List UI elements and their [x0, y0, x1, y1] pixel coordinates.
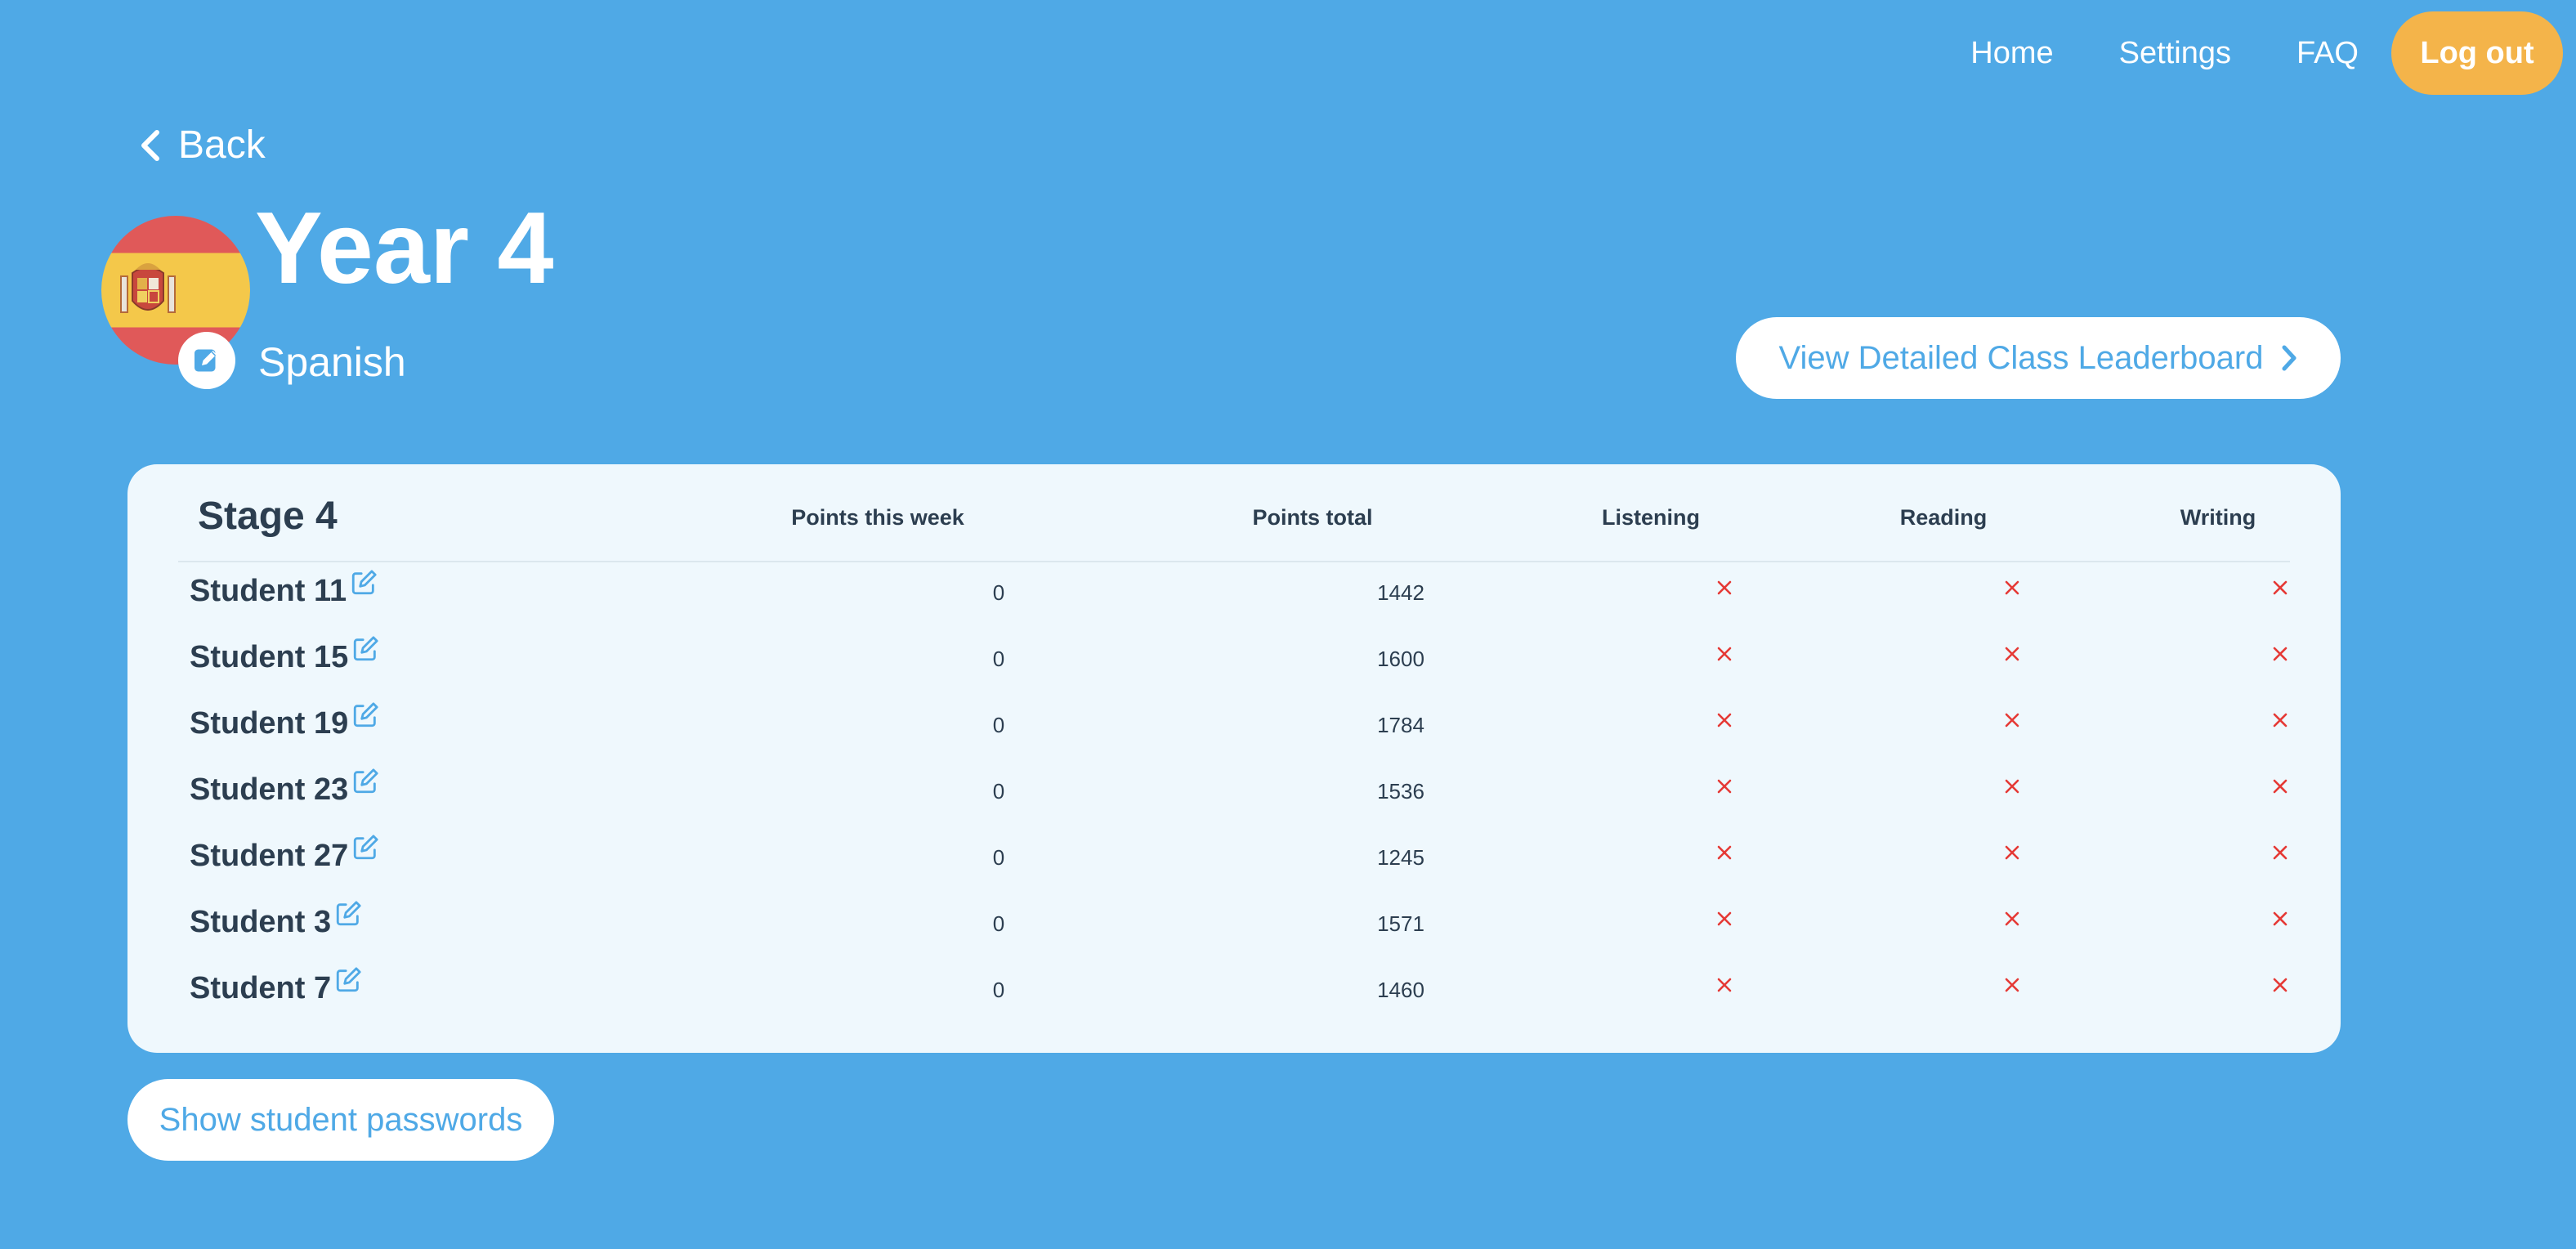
points-this-week: 0 — [992, 978, 1005, 1002]
listening-cross-icon — [1717, 647, 1732, 661]
table-row: Student 23 0 1536 — [178, 761, 2290, 827]
show-passwords-button[interactable]: Show student passwords — [127, 1079, 554, 1161]
points-this-week: 0 — [992, 580, 1005, 605]
points-total: 1600 — [1377, 647, 1424, 671]
student-name: Student 27 — [190, 839, 349, 873]
edit-icon — [195, 349, 217, 372]
class-title: Year 4 — [255, 192, 554, 305]
points-total: 1460 — [1377, 978, 1424, 1002]
table-row: Student 3 0 1571 — [178, 893, 2290, 960]
reading-cross-icon — [2005, 647, 2019, 661]
student-name-cell: Student 3 — [190, 901, 362, 940]
reading-cross-icon — [2005, 845, 2019, 860]
column-header-points-total: Points total — [1252, 505, 1373, 530]
edit-student-icon[interactable] — [334, 900, 362, 928]
column-header-writing: Writing — [2180, 505, 2256, 530]
top-nav: Home Settings FAQ Log out — [1970, 11, 2563, 95]
student-name-cell: Student 27 — [190, 835, 379, 874]
column-header-listening: Listening — [1602, 505, 1700, 530]
student-name-cell: Student 15 — [190, 636, 379, 675]
writing-cross-icon — [2273, 647, 2288, 661]
writing-cross-icon — [2273, 978, 2288, 992]
reading-cross-icon — [2005, 713, 2019, 727]
student-name-cell: Student 11 — [190, 570, 378, 609]
edit-student-icon[interactable] — [351, 635, 379, 663]
reading-cross-icon — [2005, 779, 2019, 794]
writing-cross-icon — [2273, 713, 2288, 727]
points-total: 1536 — [1377, 779, 1424, 804]
writing-cross-icon — [2273, 779, 2288, 794]
listening-cross-icon — [1717, 911, 1732, 926]
table-row: Student 19 0 1784 — [178, 695, 2290, 761]
edit-student-icon[interactable] — [351, 768, 379, 795]
chevron-right-icon — [2282, 345, 2296, 371]
student-name-cell: Student 7 — [190, 967, 362, 1006]
table-row: Student 15 0 1600 — [178, 629, 2290, 695]
column-header-reading: Reading — [1899, 505, 1988, 530]
back-link[interactable]: Back — [141, 123, 266, 168]
edit-student-icon[interactable] — [351, 701, 379, 729]
table-header: Stage 4 Points this week Points total Li… — [178, 464, 2290, 562]
student-name-cell: Student 23 — [190, 768, 379, 808]
listening-cross-icon — [1717, 713, 1732, 727]
chevron-left-icon — [141, 129, 159, 161]
writing-cross-icon — [2273, 580, 2288, 595]
student-name-cell: Student 19 — [190, 702, 379, 741]
writing-cross-icon — [2273, 845, 2288, 860]
points-total: 1784 — [1377, 713, 1424, 737]
view-leaderboard-button[interactable]: View Detailed Class Leaderboard — [1736, 317, 2341, 399]
student-name: Student 23 — [190, 772, 349, 807]
table-row: Student 11 0 1442 — [178, 562, 2290, 629]
reading-cross-icon — [2005, 911, 2019, 926]
student-name: Student 15 — [190, 640, 349, 674]
points-total: 1245 — [1377, 845, 1424, 870]
student-table: Stage 4 Points this week Points total Li… — [127, 464, 2341, 1053]
logout-button[interactable]: Log out — [2391, 11, 2563, 95]
student-name: Student 19 — [190, 706, 349, 741]
back-label: Back — [178, 123, 266, 167]
leaderboard-button-label: View Detailed Class Leaderboard — [1778, 339, 2264, 376]
points-this-week: 0 — [992, 911, 1005, 936]
class-flag — [101, 216, 250, 389]
student-name: Student 11 — [190, 574, 347, 608]
writing-cross-icon — [2273, 911, 2288, 926]
edit-class-button[interactable] — [178, 332, 235, 389]
listening-cross-icon — [1717, 978, 1732, 992]
reading-cross-icon — [2005, 978, 2019, 992]
column-header-points-week: Points this week — [791, 505, 964, 530]
points-this-week: 0 — [992, 845, 1005, 870]
table-row: Student 27 0 1245 — [178, 827, 2290, 893]
listening-cross-icon — [1717, 845, 1732, 860]
points-total: 1442 — [1377, 580, 1424, 605]
points-this-week: 0 — [992, 779, 1005, 804]
nav-settings-link[interactable]: Settings — [2119, 36, 2231, 71]
stage-title: Stage 4 — [198, 495, 338, 538]
coat-of-arms-icon — [120, 263, 176, 313]
listening-cross-icon — [1717, 580, 1732, 595]
points-total: 1571 — [1377, 911, 1424, 936]
class-page: Home Settings FAQ Log out Back Year 4 Sp… — [0, 0, 2576, 1249]
points-this-week: 0 — [992, 713, 1005, 737]
edit-student-icon[interactable] — [351, 834, 379, 862]
student-name: Student 7 — [190, 971, 332, 1005]
reading-cross-icon — [2005, 580, 2019, 595]
points-this-week: 0 — [992, 647, 1005, 671]
edit-student-icon[interactable] — [350, 569, 378, 597]
class-language: Spanish — [258, 339, 406, 385]
nav-home-link[interactable]: Home — [1970, 36, 2053, 71]
listening-cross-icon — [1717, 779, 1732, 794]
edit-student-icon[interactable] — [334, 966, 362, 994]
nav-faq-link[interactable]: FAQ — [2296, 36, 2359, 71]
table-row: Student 7 0 1460 — [178, 960, 2290, 1026]
student-name: Student 3 — [190, 905, 332, 939]
